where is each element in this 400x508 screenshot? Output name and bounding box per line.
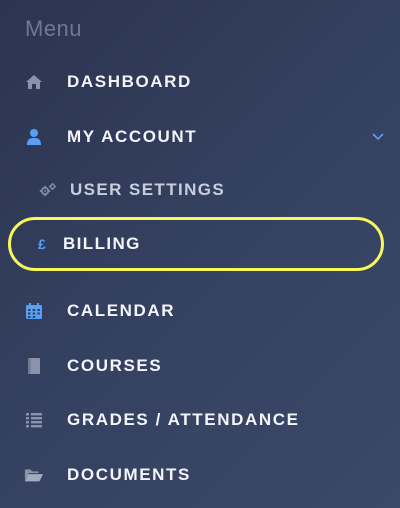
folder-open-icon bbox=[24, 465, 44, 485]
calendar-icon bbox=[24, 301, 44, 321]
menu-item-dashboard[interactable]: DASHBOARD bbox=[0, 62, 400, 102]
user-icon bbox=[24, 127, 44, 147]
menu-item-courses[interactable]: COURSES bbox=[0, 346, 400, 386]
pound-icon: £ bbox=[38, 236, 46, 252]
sidebar-menu: DASHBOARD MY ACCOUNT USER SETTINGS £ BIL… bbox=[0, 0, 400, 508]
menu-item-label: DASHBOARD bbox=[67, 72, 192, 91]
menu-item-grades-attendance[interactable]: GRADES / ATTENDANCE bbox=[0, 400, 400, 440]
submenu-item-user-settings[interactable]: USER SETTINGS bbox=[0, 170, 400, 210]
submenu-item-label: USER SETTINGS bbox=[70, 180, 226, 199]
menu-item-my-account[interactable]: MY ACCOUNT bbox=[0, 117, 400, 157]
cogs-icon bbox=[38, 180, 58, 200]
menu-item-label: COURSES bbox=[67, 356, 163, 375]
menu-item-label: GRADES / ATTENDANCE bbox=[67, 410, 300, 429]
book-icon bbox=[24, 356, 44, 376]
menu-item-label: DOCUMENTS bbox=[67, 465, 191, 484]
submenu-item-label: BILLING bbox=[63, 234, 141, 253]
menu-item-label: CALENDAR bbox=[67, 301, 176, 320]
list-icon bbox=[24, 410, 44, 430]
menu-item-documents[interactable]: DOCUMENTS bbox=[0, 455, 400, 495]
menu-item-calendar[interactable]: CALENDAR bbox=[0, 291, 400, 331]
chevron-down-icon[interactable] bbox=[372, 131, 384, 143]
submenu-item-billing[interactable]: £ BILLING bbox=[0, 224, 400, 264]
menu-item-label: MY ACCOUNT bbox=[67, 127, 198, 146]
home-icon bbox=[24, 72, 44, 92]
